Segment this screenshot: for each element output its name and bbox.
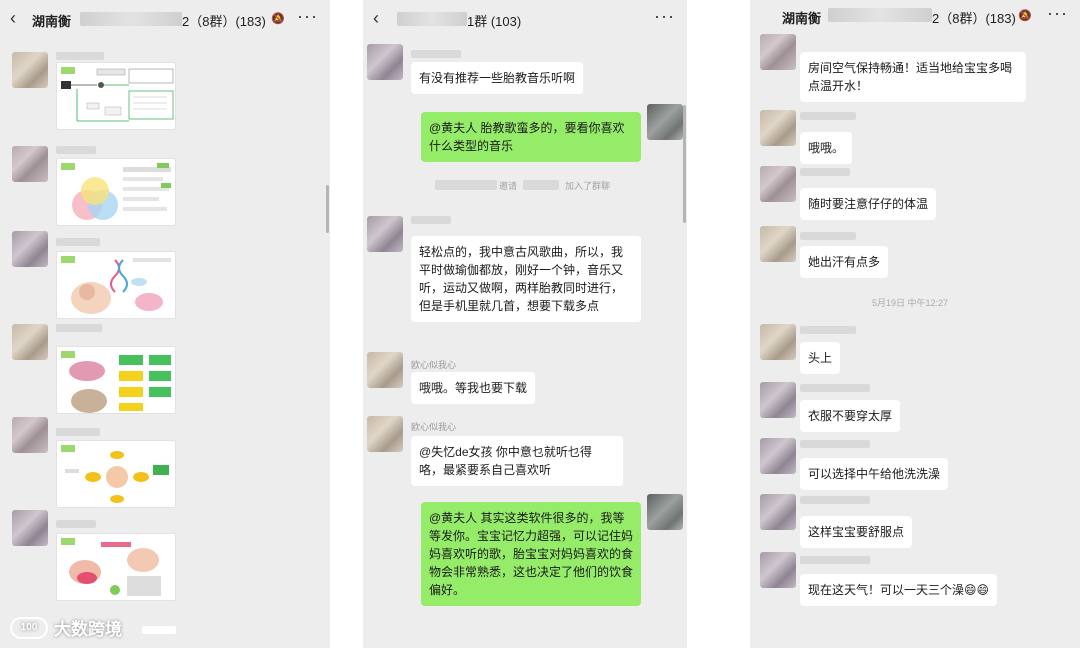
avatar[interactable] bbox=[760, 34, 796, 70]
sender-name: 欧心似我心 bbox=[411, 422, 457, 432]
mute-icon: 🔕 bbox=[1018, 10, 1032, 22]
message-bubble[interactable]: 哦哦。 bbox=[800, 132, 853, 164]
message-bubble[interactable]: @失忆de女孩 你中意乜就听乜得咯，最紧要系自己喜欢听 bbox=[411, 436, 623, 486]
avatar[interactable] bbox=[760, 382, 796, 418]
scrollbar[interactable] bbox=[683, 105, 686, 223]
redacted-name bbox=[800, 112, 856, 120]
avatar[interactable] bbox=[12, 146, 48, 182]
chat-header: 湖南衡 2（8群）(183) 🔕 ··· bbox=[750, 0, 1080, 38]
system-message-mid: 邀请 bbox=[499, 181, 518, 191]
chat-title-suffix: 2（8群）(183) bbox=[182, 14, 266, 29]
redacted-name bbox=[56, 238, 100, 246]
avatar[interactable] bbox=[760, 438, 796, 474]
back-arrow-icon[interactable]: ‹ bbox=[373, 8, 379, 28]
avatar[interactable] bbox=[760, 494, 796, 530]
mother-baby-image bbox=[61, 538, 161, 596]
image-message[interactable] bbox=[56, 533, 176, 601]
message-bubble[interactable]: 这样宝宝要舒服点 bbox=[800, 516, 913, 548]
message-bubble-own[interactable]: @黄夫人 胎教歌蛮多的，要看你喜欢什么类型的音乐 bbox=[421, 112, 641, 162]
chat-title-suffix: 1群 (103) bbox=[467, 14, 522, 29]
message-bubble[interactable]: 可以选择中午给他洗洗澡 bbox=[800, 458, 949, 490]
redacted-name bbox=[56, 520, 96, 528]
redacted-name bbox=[800, 556, 870, 564]
avatar[interactable] bbox=[367, 416, 403, 452]
image-message[interactable] bbox=[56, 251, 176, 319]
system-message: 加入了群聊 bbox=[565, 181, 611, 191]
avatar[interactable] bbox=[760, 110, 796, 146]
redacted-name bbox=[435, 180, 497, 190]
image-message[interactable] bbox=[56, 440, 176, 508]
mute-icon: 🔕 bbox=[271, 13, 285, 25]
more-options-icon[interactable]: ··· bbox=[654, 6, 675, 27]
timestamp: 5月19日 中午12:27 bbox=[872, 298, 949, 308]
chat-panel-right: 湖南衡 2（8群）(183) 🔕 ··· 房间空气保持畅通！适当地给宝宝多喝点温… bbox=[750, 0, 1080, 648]
message-bubble[interactable]: 随时要注意仔仔的体温 bbox=[800, 188, 937, 220]
watermark-text: 大数跨境 bbox=[54, 620, 122, 639]
avatar[interactable] bbox=[367, 352, 403, 388]
message-bubble[interactable]: 哦哦。等我也要下载 bbox=[411, 372, 536, 404]
redacted-name bbox=[56, 52, 104, 60]
redacted-name bbox=[800, 232, 856, 240]
redacted-name bbox=[523, 180, 559, 190]
scrollbar[interactable] bbox=[326, 185, 329, 233]
redacted-name bbox=[56, 146, 96, 154]
avatar[interactable] bbox=[12, 324, 48, 360]
chat-panel-middle: ‹ 1群 (103) ··· 有没有推荐一些胎教音乐听啊 @黄夫人 胎教歌蛮多的… bbox=[363, 0, 687, 648]
redacted-name bbox=[411, 216, 451, 224]
redacted-name bbox=[800, 326, 856, 334]
avatar[interactable] bbox=[367, 216, 403, 252]
redacted-name bbox=[800, 496, 870, 504]
message-bubble-own[interactable]: @黄夫人 其实这类软件很多的，我等等发你。宝宝记忆力超强，可以记住妈妈喜欢听的歌… bbox=[421, 502, 641, 606]
chat-header: ‹ 1群 (103) ··· bbox=[363, 0, 687, 38]
redacted-name bbox=[800, 384, 870, 392]
redacted-name bbox=[56, 428, 100, 436]
avatar[interactable] bbox=[647, 104, 683, 140]
redacted-title bbox=[828, 8, 932, 22]
back-arrow-icon[interactable]: ‹ bbox=[10, 8, 16, 28]
watermark-logo-icon: 100 bbox=[10, 616, 48, 639]
image-message[interactable] bbox=[56, 158, 176, 226]
kids-infographic-image bbox=[61, 351, 171, 413]
baby-dna-image bbox=[61, 256, 171, 314]
nutrition-image bbox=[61, 445, 169, 503]
sender-name: 欧心似我心 bbox=[411, 360, 457, 370]
redacted-name bbox=[411, 50, 461, 58]
redacted-title bbox=[80, 12, 182, 26]
avatar[interactable] bbox=[760, 166, 796, 202]
avatar[interactable] bbox=[760, 552, 796, 588]
avatar[interactable] bbox=[760, 226, 796, 262]
image-message[interactable] bbox=[56, 346, 176, 414]
chat-title-prefix: 湖南衡 bbox=[32, 14, 72, 29]
redacted-name bbox=[56, 324, 102, 332]
more-options-icon[interactable]: ··· bbox=[1047, 3, 1068, 24]
message-bubble[interactable]: 轻松点的，我中意古风歌曲，所以，我平时做瑜伽都放，刚好一个钟，音乐又听，运动又做… bbox=[411, 236, 641, 322]
avatar[interactable] bbox=[367, 44, 403, 80]
avatar[interactable] bbox=[12, 417, 48, 453]
avatar[interactable] bbox=[760, 324, 796, 360]
message-bubble[interactable]: 衣服不要穿太厚 bbox=[800, 400, 901, 432]
avatar[interactable] bbox=[12, 510, 48, 546]
message-bubble[interactable]: 她出汗有点多 bbox=[800, 246, 889, 278]
chat-title-prefix: 湖南衡 bbox=[782, 11, 822, 26]
message-bubble[interactable]: 头上 bbox=[800, 342, 841, 374]
chat-header: ‹ 湖南衡 2（8群）(183) 🔕 ··· bbox=[0, 0, 330, 38]
watermark: 100 大数跨境 bbox=[10, 615, 122, 640]
redacted-name bbox=[800, 168, 850, 176]
more-options-icon[interactable]: ··· bbox=[297, 6, 318, 27]
message-bubble[interactable]: 房间空气保持畅通！适当地给宝宝多喝点温开水！ bbox=[800, 52, 1026, 102]
redacted-name bbox=[800, 440, 870, 448]
image-message[interactable] bbox=[56, 62, 176, 130]
chat-panel-left: ‹ 湖南衡 2（8群）(183) 🔕 ··· bbox=[0, 0, 330, 648]
redacted-title bbox=[397, 12, 467, 26]
redacted-name bbox=[142, 626, 176, 634]
message-bubble[interactable]: 有没有推荐一些胎教音乐听啊 bbox=[411, 62, 584, 94]
message-bubble[interactable]: 现在这天气！可以一天三个澡😄😄 bbox=[800, 574, 998, 606]
flowchart-image bbox=[61, 67, 174, 122]
venn-diagram-image bbox=[61, 163, 171, 220]
avatar[interactable] bbox=[647, 494, 683, 530]
chat-title-suffix: 2（8群）(183) bbox=[932, 11, 1016, 26]
avatar[interactable] bbox=[12, 52, 48, 88]
avatar[interactable] bbox=[12, 231, 48, 267]
